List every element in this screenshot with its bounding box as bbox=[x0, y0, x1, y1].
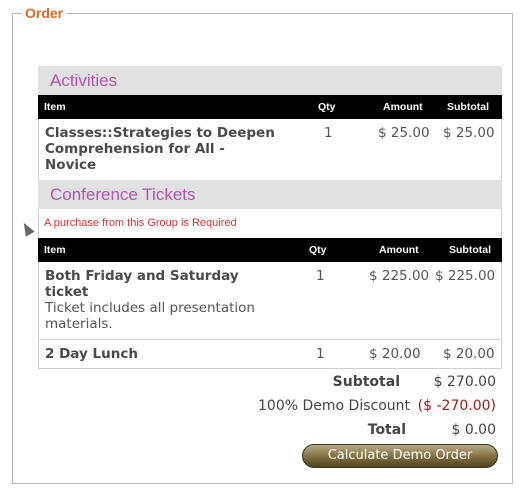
col-item: Item bbox=[44, 101, 66, 113]
item-name: Classes::Strategies to Deepen Comprehens… bbox=[45, 125, 275, 173]
item-amount: $ 25.00 bbox=[378, 125, 430, 141]
required-note: A purchase from this Group is Required bbox=[44, 217, 237, 229]
item-name: 2 Day Lunch bbox=[45, 346, 138, 362]
tickets-table-header: Item Qty Amount Subtotal bbox=[38, 238, 502, 262]
summary-subtotal-value: $ 270.00 bbox=[433, 374, 496, 390]
col-subtotal: Subtotal bbox=[449, 244, 491, 256]
item-qty: 1 bbox=[316, 268, 325, 284]
table-row: 2 Day Lunch 1 $ 20.00 $ 20.00 bbox=[38, 340, 502, 369]
summary-subtotal-label: Subtotal bbox=[332, 374, 400, 390]
item-subtotal: $ 225.00 bbox=[435, 268, 496, 284]
section-title-activities: Activities bbox=[38, 66, 502, 95]
col-amount: Amount bbox=[379, 244, 419, 256]
table-row: Classes::Strategies to Deepen Comprehens… bbox=[38, 119, 502, 180]
col-amount: Amount bbox=[383, 101, 423, 113]
item-qty: 1 bbox=[324, 125, 333, 141]
col-qty: Qty bbox=[309, 244, 327, 256]
table-row: Both Friday and Saturday ticket Ticket i… bbox=[38, 262, 502, 339]
item-subtotal: $ 25.00 bbox=[443, 125, 495, 141]
calculate-demo-order-button[interactable]: Calculate Demo Order bbox=[302, 444, 498, 468]
item-amount: $ 20.00 bbox=[369, 346, 421, 362]
item-name: Both Friday and Saturday ticket Ticket i… bbox=[45, 268, 255, 332]
col-qty: Qty bbox=[318, 101, 336, 113]
item-qty: 1 bbox=[316, 346, 325, 362]
order-legend: Order bbox=[22, 5, 67, 21]
col-subtotal: Subtotal bbox=[447, 101, 489, 113]
summary-discount-label: 100% Demo Discount bbox=[258, 398, 410, 414]
summary-discount-value: ($ -270.00) bbox=[417, 398, 496, 414]
summary-total-value: $ 0.00 bbox=[451, 422, 496, 438]
col-item: Item bbox=[44, 244, 66, 256]
section-title-conference-tickets: Conference Tickets bbox=[38, 180, 502, 209]
item-amount: $ 225.00 bbox=[369, 268, 430, 284]
activities-table-header: Item Qty Amount Subtotal bbox=[38, 95, 502, 119]
summary-total-label: Total bbox=[367, 422, 406, 438]
item-subtotal: $ 20.00 bbox=[443, 346, 495, 362]
item-description: Ticket includes all presentation bbox=[45, 300, 255, 316]
